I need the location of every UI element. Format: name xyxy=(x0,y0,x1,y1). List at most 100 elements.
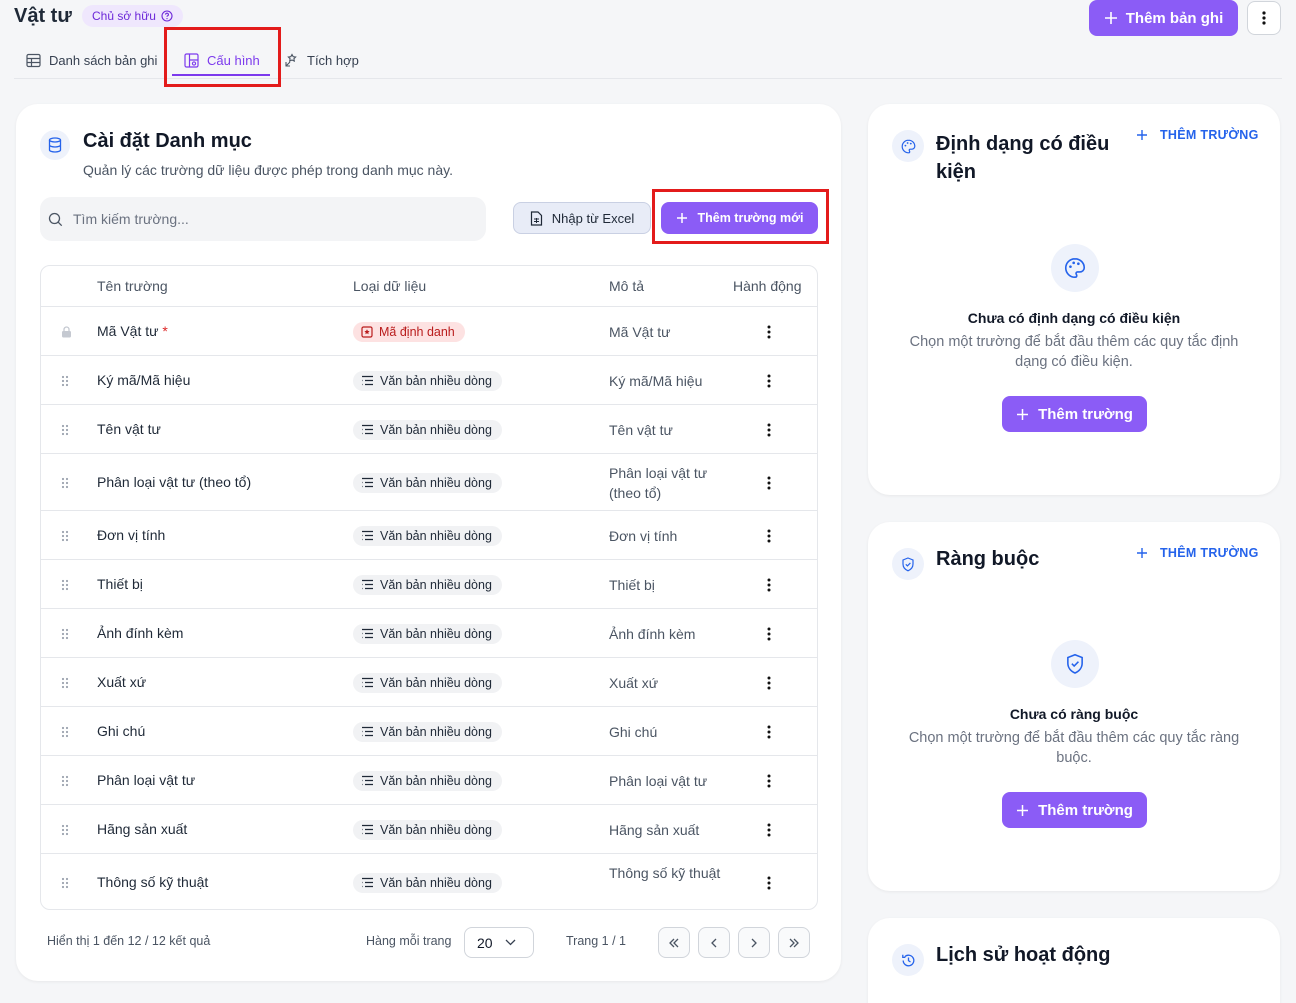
field-name-text: Ghi chú xyxy=(97,722,146,739)
column-header-actions: Hành động xyxy=(733,278,802,294)
drag-handle-icon[interactable] xyxy=(61,877,69,889)
tab-records[interactable]: Danh sách bản ghi xyxy=(26,48,157,72)
field-description: Mã Vật tư xyxy=(609,323,671,340)
conditional-format-title: Định dạng có điều kiện xyxy=(936,133,1110,183)
field-type-label: Văn bản nhiều dòng xyxy=(380,475,492,490)
row-actions-button[interactable] xyxy=(761,526,777,546)
field-description: Thông số kỹ thuật xyxy=(609,864,721,881)
drag-handle-icon[interactable] xyxy=(61,477,69,489)
table-row[interactable]: Thông số kỹ thuật Văn bản nhiều dòng Thông… xyxy=(41,853,817,909)
drag-handle-icon[interactable] xyxy=(61,628,69,640)
field-description: Ghi chú xyxy=(609,723,658,740)
row-actions-button[interactable] xyxy=(761,673,777,693)
row-actions-button[interactable] xyxy=(761,575,777,595)
drag-handle-icon[interactable] xyxy=(61,424,69,436)
table-row[interactable]: Ký mã/Mã hiệu Văn bản nhiều dòng Ký mã/Mã … xyxy=(41,355,817,404)
field-name: Thông số kỹ thuật xyxy=(97,874,208,890)
field-type-label: Văn bản nhiều dòng xyxy=(380,724,492,739)
table-row[interactable]: Ảnh đính kèm Văn bản nhiều dòng Ảnh đính k… xyxy=(41,608,817,657)
field-type-badge: Văn bản nhiều dòng xyxy=(353,370,502,391)
drag-handle-icon[interactable] xyxy=(61,579,69,591)
id-badge-icon xyxy=(361,325,373,338)
field-type-badge: Văn bản nhiều dòng xyxy=(353,472,502,493)
more-options-button[interactable] xyxy=(1247,1,1281,35)
row-actions-button[interactable] xyxy=(761,624,777,644)
table-row[interactable]: Xuất xứ Văn bản nhiều dòng Xuất xứ xyxy=(41,657,817,706)
more-vertical-icon xyxy=(767,476,771,490)
field-type-label: Văn bản nhiều dòng xyxy=(380,626,492,641)
search-icon xyxy=(48,212,63,227)
last-page-button[interactable] xyxy=(778,927,810,958)
drag-handle-icon[interactable] xyxy=(61,677,69,689)
drag-handle-icon[interactable] xyxy=(61,775,69,787)
multiline-text-icon xyxy=(361,824,374,835)
chevron-left-icon xyxy=(710,938,718,948)
multiline-text-icon xyxy=(361,775,374,786)
table-row[interactable]: Tên vật tư Văn bản nhiều dòng Tên vật tư xyxy=(41,404,817,453)
field-name-text: Thông số kỹ thuật xyxy=(97,873,209,890)
constraints-add-label: THÊM TRƯỜNG xyxy=(1160,546,1259,560)
table-row[interactable]: Thiết bị Văn bản nhiều dòng Thiết bị xyxy=(41,559,817,608)
constraints-add-field-link[interactable]: THÊM TRƯỜNG xyxy=(1136,546,1259,560)
field-description: Đơn vị tính xyxy=(609,527,678,544)
field-name: Ghi chú xyxy=(97,723,145,739)
activity-history-title: Lịch sử hoạt động xyxy=(936,944,1111,966)
table-row[interactable]: Phân loại vật tư Văn bản nhiều dòng Phân l… xyxy=(41,755,817,804)
conditional-format-add-field-button[interactable]: Thêm trường xyxy=(1002,396,1147,432)
row-actions-button[interactable] xyxy=(761,473,777,493)
palette-icon xyxy=(1051,244,1099,292)
add-record-button[interactable]: Thêm bản ghi xyxy=(1089,0,1238,36)
row-actions-button[interactable] xyxy=(761,322,777,342)
more-vertical-icon xyxy=(767,876,771,890)
chevron-right-icon xyxy=(750,938,758,948)
more-vertical-icon xyxy=(767,325,771,339)
field-name-text: Mã Vật tư xyxy=(97,322,159,339)
table-row[interactable]: Hãng sản xuất Văn bản nhiều dòng Hãng sản … xyxy=(41,804,817,853)
drag-handle-icon[interactable] xyxy=(61,530,69,542)
constraints-add-field-button[interactable]: Thêm trường xyxy=(1002,792,1147,828)
row-actions-button[interactable] xyxy=(761,820,777,840)
search-field[interactable] xyxy=(40,197,486,241)
import-excel-button[interactable]: Nhập từ Excel xyxy=(513,202,651,234)
row-actions-button[interactable] xyxy=(761,771,777,791)
table-row[interactable]: Ghi chú Văn bản nhiều dòng Ghi chú xyxy=(41,706,817,755)
table-row[interactable]: Mã Vật tư * Mã định danh Mã Vật tư xyxy=(41,306,817,355)
tab-integration[interactable]: Tích hợp xyxy=(284,48,359,72)
drag-handle-icon[interactable] xyxy=(61,824,69,836)
row-actions-button[interactable] xyxy=(761,722,777,742)
rows-per-page-select[interactable]: 20 xyxy=(464,927,534,958)
tab-integration-label: Tích hợp xyxy=(307,52,359,68)
drag-handle-icon[interactable] xyxy=(61,375,69,387)
prev-page-button[interactable] xyxy=(698,927,730,958)
next-page-button[interactable] xyxy=(738,927,770,958)
owner-badge-label: Chủ sở hữu xyxy=(92,9,156,23)
table-row[interactable]: Phân loại vật tư (theo tổ) Văn bản nhiều … xyxy=(41,453,817,510)
row-actions-button[interactable] xyxy=(761,420,777,440)
field-name-text: Phân loại vật tư xyxy=(97,771,196,788)
more-vertical-icon xyxy=(767,578,771,592)
search-input[interactable] xyxy=(73,211,453,227)
field-name: Phân loại vật tư xyxy=(97,772,195,788)
conditional-format-empty-subtitle: Chọn một trường để bắt đầu thêm các quy … xyxy=(909,334,1239,370)
field-description: Phân loại vật tư xyxy=(609,772,708,789)
row-actions-button[interactable] xyxy=(761,873,777,893)
drag-handle-icon[interactable] xyxy=(61,726,69,738)
field-type-badge: Văn bản nhiều dòng xyxy=(353,721,502,742)
field-name: Phân loại vật tư (theo tổ) xyxy=(97,474,251,490)
first-page-button[interactable] xyxy=(658,927,690,958)
field-type-label: Mã định danh xyxy=(379,324,455,339)
field-description: Hãng sản xuất xyxy=(609,821,700,838)
table-row[interactable]: Đơn vị tính Văn bản nhiều dòng Đơn vị tính xyxy=(41,510,817,559)
field-type-label: Văn bản nhiều dòng xyxy=(380,528,492,543)
help-icon xyxy=(161,10,173,22)
file-spreadsheet-icon xyxy=(530,210,543,226)
results-summary: Hiển thị 1 đến 12 / 12 kết quả xyxy=(47,934,211,948)
multiline-text-icon xyxy=(361,477,374,488)
constraints-title: Ràng buộc xyxy=(936,548,1040,570)
multiline-text-icon xyxy=(361,726,374,737)
conditional-format-add-field-link[interactable]: THÊM TRƯỜNG xyxy=(1136,128,1259,142)
field-type-label: Văn bản nhiều dòng xyxy=(380,675,492,690)
more-vertical-icon xyxy=(767,423,771,437)
owner-badge[interactable]: Chủ sở hữu xyxy=(82,5,183,27)
row-actions-button[interactable] xyxy=(761,371,777,391)
